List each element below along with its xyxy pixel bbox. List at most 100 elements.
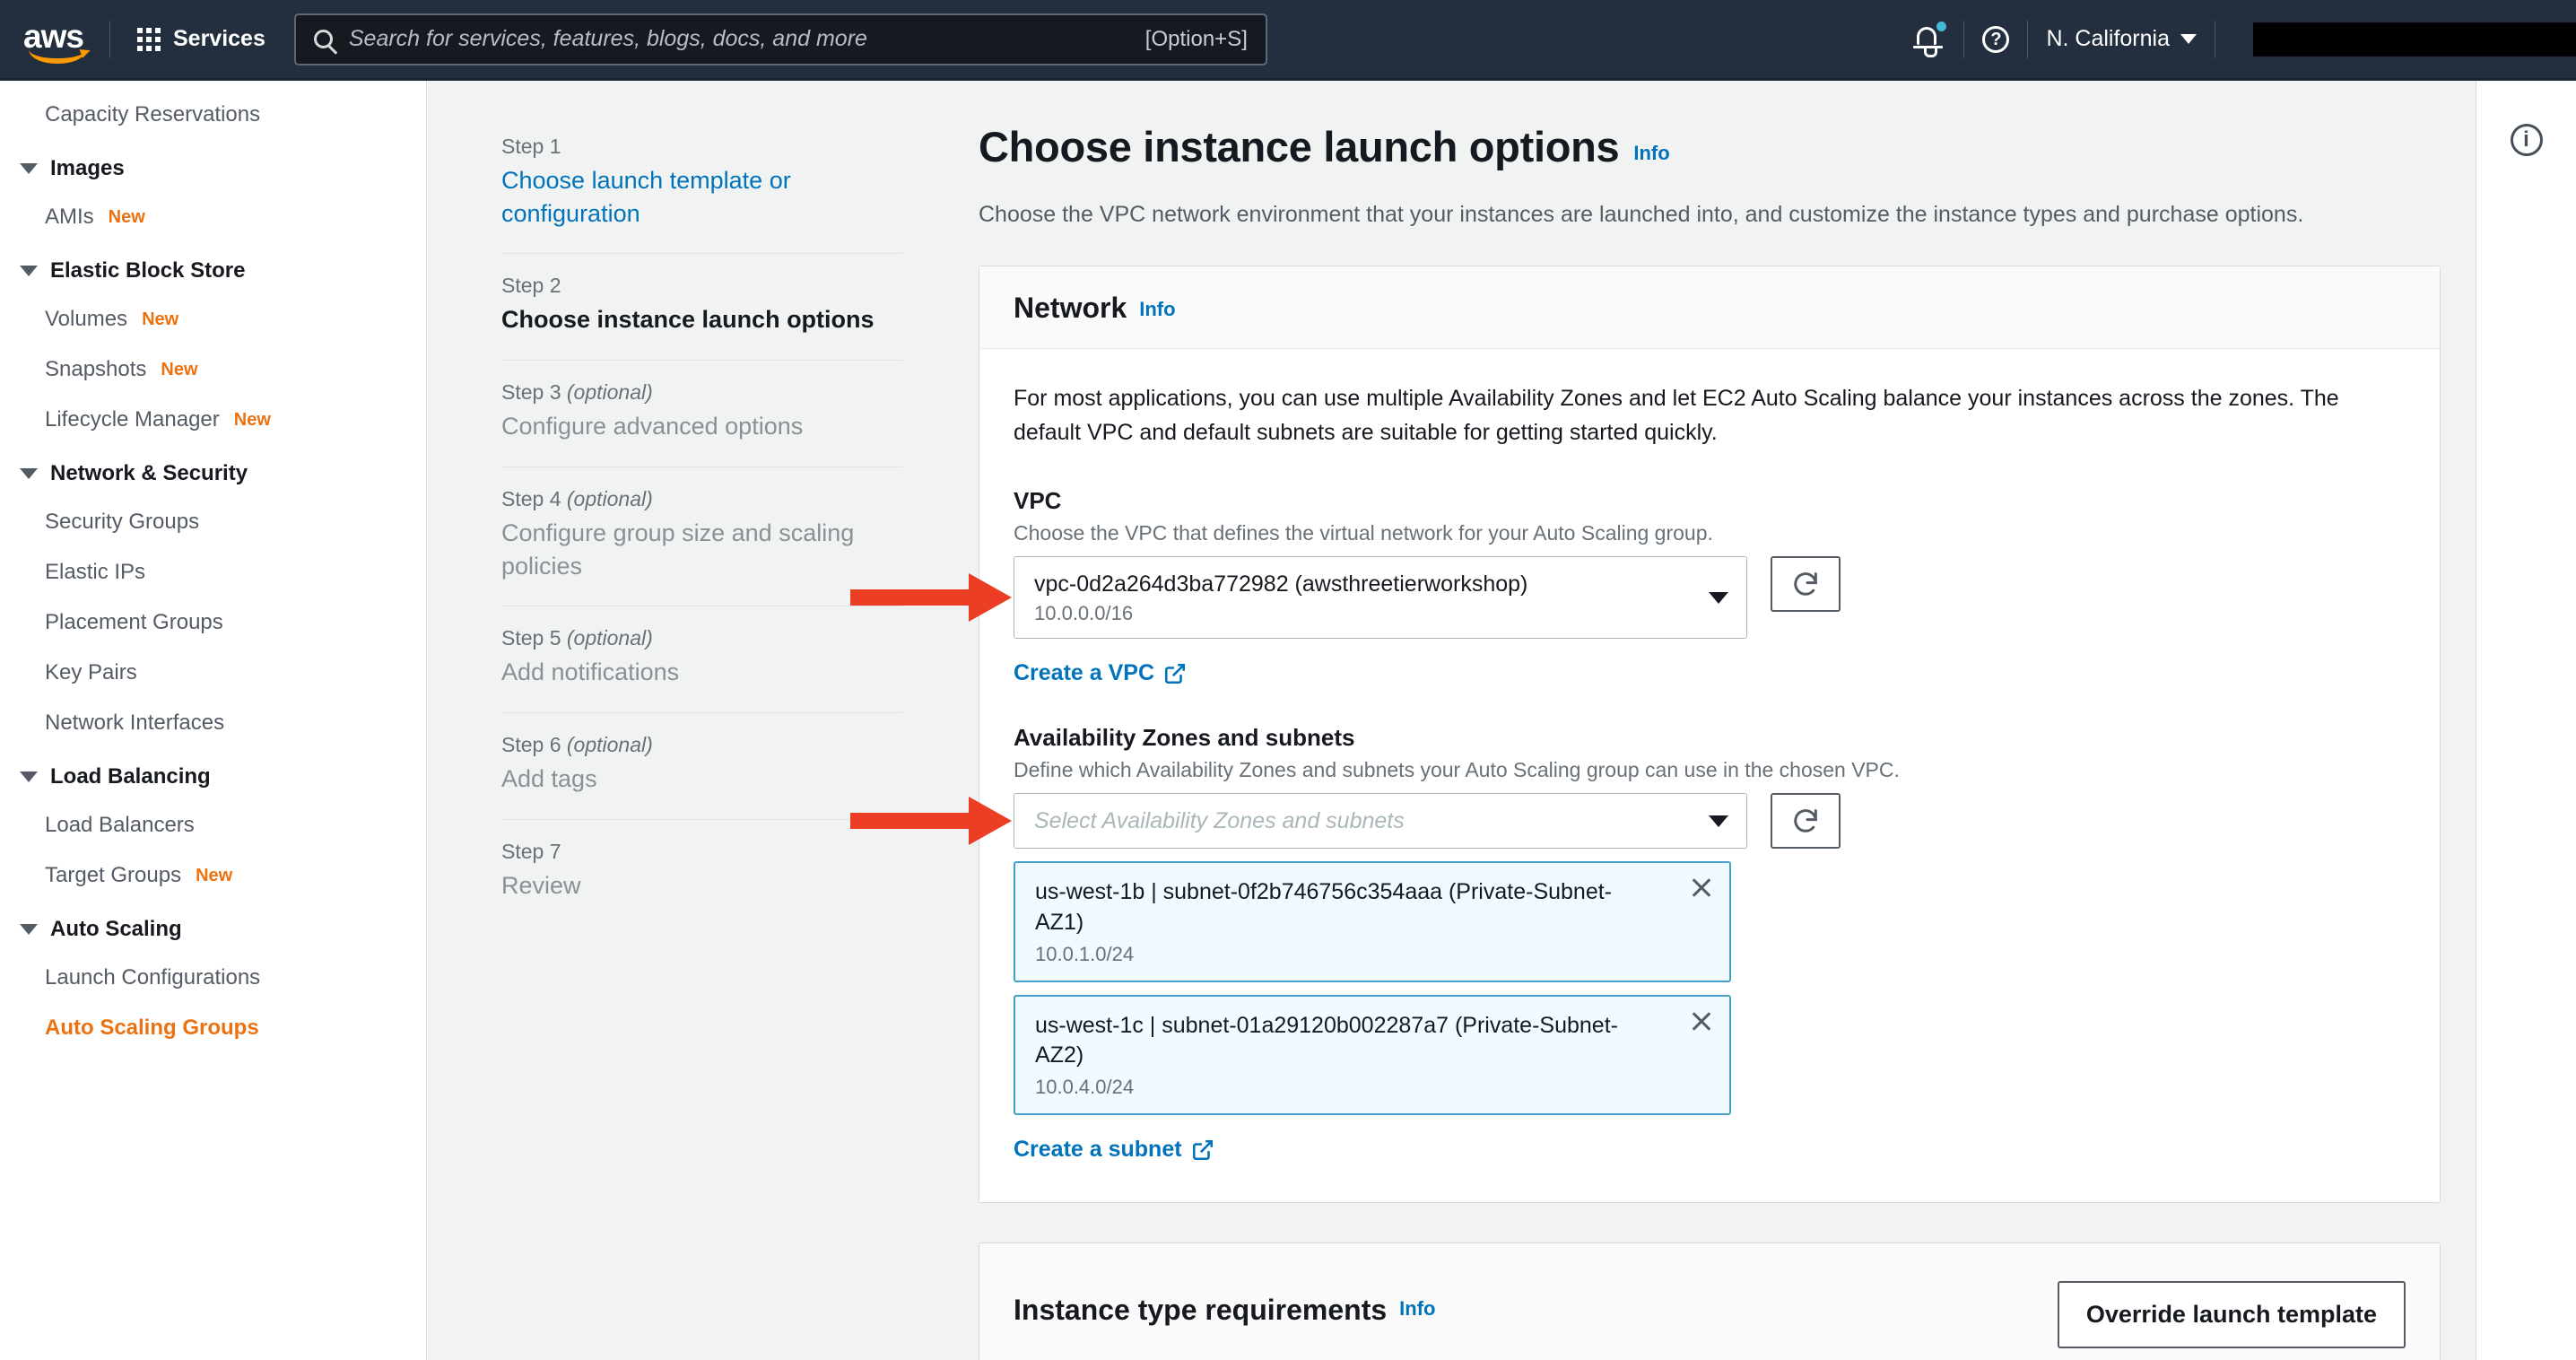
wizard-step-title: Add notifications [501,658,680,686]
network-card-body: For most applications, you can use multi… [979,349,2440,1202]
sidebar-item-label: Placement Groups [45,610,223,634]
grid-menu-icon [137,27,161,51]
sidebar-group-load-balancing[interactable]: Load Balancing [0,748,426,800]
refresh-icon [1794,572,1817,596]
sidebar-group-auto-scaling[interactable]: Auto Scaling [0,901,426,953]
sidebar-group-images[interactable]: Images [0,140,426,192]
subnet-token-cidr: 10.0.1.0/24 [1035,942,1135,965]
sidebar-item-target-groups[interactable]: Target Groups New [0,850,426,901]
sidebar-item-label: Security Groups [45,510,200,534]
search-shortcut-hint: [Option+S] [1144,26,1248,51]
subnet-token-label: us-west-1c | subnet-01a29120b002287a7 (P… [1035,1012,1618,1068]
sidebar-item-placement-groups[interactable]: Placement Groups [0,597,426,648]
region-selector-button[interactable]: N. California [2046,26,2197,52]
chevron-down-icon [1709,591,1728,604]
search-placeholder-text: Search for services, features, blogs, do… [348,26,867,51]
search-icon [313,30,333,48]
vpc-select[interactable]: vpc-0d2a264d3ba772982 (awsthreetierworks… [1014,556,1747,639]
sidebar-group-elastic-block-store[interactable]: Elastic Block Store [0,242,426,294]
vpc-select-text: vpc-0d2a264d3ba772982 (awsthreetierworks… [1034,570,1693,625]
wizard-step-7: Step 7 Review [501,820,903,926]
chevron-down-icon [20,163,38,174]
services-menu-button[interactable]: Services [128,19,274,59]
network-info-link[interactable]: Info [1139,298,1175,325]
sidebar-item-label: Load Balancers [45,813,195,837]
instance-type-info-link[interactable]: Info [1399,1297,1435,1327]
sidebar-item-label: Launch Configurations [45,965,261,989]
wizard-step-3: Step 3 (optional) Configure advanced opti… [501,361,903,467]
selected-subnets-list: us-west-1b | subnet-0f2b746756c354aaa (P… [1014,861,2406,1115]
override-launch-template-button[interactable]: Override launch template [2057,1281,2406,1348]
subnet-token-label: us-west-1b | subnet-0f2b746756c354aaa (P… [1035,879,1613,935]
sidebar-item-load-balancers[interactable]: Load Balancers [0,800,426,850]
sidebar-item-elastic-ips[interactable]: Elastic IPs [0,547,426,597]
page-title-info-link[interactable]: Info [1633,142,1669,171]
page-description: Choose the VPC network environment that … [979,202,2304,227]
sidebar-item-lifecycle-manager[interactable]: Lifecycle Manager New [0,395,426,445]
right-help-panel: i [2476,81,2576,1360]
vpc-selected-cidr: 10.0.0.0/16 [1034,602,1134,624]
create-subnet-link[interactable]: Create a subnet [1014,1137,1214,1163]
nav-divider [1963,20,1965,58]
wizard-step-number-label: Step 1 [501,135,561,158]
availability-zones-select[interactable]: Select Availability Zones and subnets [1014,793,1747,849]
aws-logo[interactable]: aws [23,17,91,64]
sidebar-item-launch-configurations[interactable]: Launch Configurations [0,953,426,1003]
new-badge: New [161,359,198,379]
wizard-step-number: Step 4 (optional) [501,487,903,511]
account-menu-button[interactable] [2253,22,2576,57]
sidebar-group-label: Auto Scaling [50,917,182,941]
close-icon[interactable] [1690,876,1713,899]
sidebar-item-label: Target Groups [45,863,182,887]
sidebar-item-amis[interactable]: AMIs New [0,192,426,242]
chevron-down-icon [20,924,38,935]
instance-type-heading-group: Instance type requirements Info [1014,1274,1435,1327]
availability-zones-field: Availability Zones and subnets Define wh… [1014,724,2406,1163]
sidebar-group-network-security[interactable]: Network & Security [0,445,426,497]
wizard-step-4: Step 4 (optional) Configure group size an… [501,467,903,607]
wizard-step-5: Step 5 (optional) Add notifications [501,606,903,714]
wizard-step-optional-label: (optional) [566,733,653,757]
sidebar-item-network-interfaces[interactable]: Network Interfaces [0,698,426,748]
vpc-refresh-button[interactable] [1771,556,1841,612]
wizard-step-number: Step 1 [501,135,903,159]
wizard-step-number: Step 3 (optional) [501,380,903,405]
vpc-select-row: vpc-0d2a264d3ba772982 (awsthreetierworks… [1014,556,2406,639]
wizard-step-optional-label: (optional) [566,626,653,650]
sidebar-item-volumes[interactable]: Volumes New [0,294,426,344]
nav-divider [2027,20,2029,58]
vpc-selected-value: vpc-0d2a264d3ba772982 (awsthreetierworks… [1034,571,1528,597]
aws-wordmark: aws [23,17,84,55]
sidebar-item-capacity-reservations[interactable]: Capacity Reservations [0,90,426,140]
wizard-step-number-label: Step 7 [501,839,561,863]
page-content-area: Step 1 Choose launch template or configur… [428,81,2576,1360]
wizard-step-1[interactable]: Step 1 Choose launch template or configur… [501,115,903,255]
external-link-icon [1164,663,1186,684]
top-navigation-bar: aws Services Search for services, featur… [0,0,2576,81]
wizard-step-number-label: Step 5 [501,626,561,650]
global-search-input[interactable]: Search for services, features, blogs, do… [293,13,1267,65]
availability-zones-label: Availability Zones and subnets [1014,724,1355,751]
new-badge: New [196,865,233,885]
network-card-header: Network Info [979,266,2440,349]
new-badge: New [233,409,271,430]
help-icon[interactable]: ? [1982,25,2010,53]
sidebar-item-snapshots[interactable]: Snapshots New [0,344,426,395]
availability-zones-refresh-button[interactable] [1771,793,1841,849]
chevron-down-icon [1709,815,1728,827]
sidebar-item-key-pairs[interactable]: Key Pairs [0,648,426,698]
wizard-step-title: Review [501,871,581,899]
instance-type-heading: Instance type requirements [1014,1294,1388,1326]
wizard-step-number: Step 5 (optional) [501,626,903,650]
sidebar-item-label: Network Interfaces [45,711,225,735]
sidebar-item-auto-scaling-groups[interactable]: Auto Scaling Groups [0,1003,426,1053]
wizard-step-title[interactable]: Choose launch template or configuration [501,164,903,230]
sidebar-item-label: Volumes [45,307,128,331]
refresh-icon [1794,809,1817,833]
wizard-step-number: Step 7 [501,840,903,864]
info-circle-icon[interactable]: i [2510,124,2543,156]
create-vpc-link[interactable]: Create a VPC [1014,660,1187,686]
sidebar-item-security-groups[interactable]: Security Groups [0,497,426,547]
close-icon[interactable] [1690,1009,1713,1033]
notifications-button[interactable] [1913,21,1947,57]
